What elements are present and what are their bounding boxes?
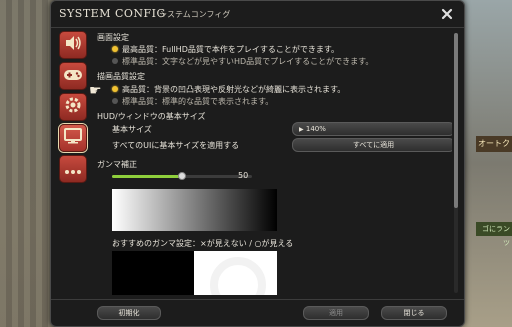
settings-panel: 画面設定 最高品質：FullHD品質で本作をプレイすることができます。 標準品質… [92, 29, 452, 295]
section-render-quality: 描画品質設定 [97, 72, 145, 81]
footer: 初期化 適用 閉じる [51, 299, 464, 326]
apply-all-button[interactable]: すべてに適用 [292, 138, 452, 152]
sidebar-item-input[interactable] [59, 62, 87, 90]
sidebar-item-sound[interactable] [59, 31, 87, 59]
scrollbar[interactable] [454, 33, 458, 293]
sidebar [59, 31, 87, 186]
apply-button[interactable]: 適用 [303, 306, 369, 320]
base-size-label: 基本サイズ [112, 125, 152, 134]
radio-unselected-icon [112, 57, 118, 64]
background-sign: オートク [476, 136, 512, 152]
base-size-select[interactable]: ▶ 140% [292, 122, 452, 136]
gamma-slider[interactable] [112, 172, 252, 180]
sidebar-item-graphics[interactable] [59, 93, 87, 121]
sidebar-item-display[interactable] [59, 124, 87, 152]
gamma-slider-knob[interactable] [178, 172, 186, 180]
section-hud: HUD/ウィンドウの基本サイズ [97, 112, 206, 121]
option-render-standard[interactable]: 標準品質：標準的な品質で表示されます。 [112, 96, 273, 107]
radio-unselected-icon [112, 97, 118, 104]
titlebar: SYSTEM CONFIG システムコンフィグ [51, 1, 464, 28]
system-config-window: SYSTEM CONFIG システムコンフィグ ☛ 画面設定 最高品質：Full… [50, 0, 465, 327]
speaker-icon [64, 35, 82, 55]
gamma-gradient [112, 189, 277, 231]
ellipsis-icon [64, 160, 82, 179]
apply-all-label: すべてのUIに基本サイズを適用する [112, 141, 240, 150]
radio-selected-icon [112, 85, 118, 92]
option-screen-high[interactable]: 最高品質：FullHD品質で本作をプレイすることができます。 [112, 44, 339, 55]
option-screen-standard[interactable]: 標準品質：文字などが見やすいHD品質でプレイすることができます。 [112, 56, 373, 67]
window-subtitle: システムコンフィグ [159, 10, 231, 19]
reset-button[interactable]: 初期化 [97, 306, 161, 320]
close-icon[interactable] [438, 5, 456, 23]
gamepad-icon [63, 67, 83, 86]
sidebar-item-other[interactable] [59, 155, 87, 183]
monitor-icon [64, 128, 82, 148]
play-arrow-icon: ▶ [299, 126, 304, 133]
scrollbar-thumb[interactable] [454, 33, 458, 208]
gamma-value: 50 [238, 171, 249, 180]
option-render-high[interactable]: 高品質：背景の凹凸表現や反射光などが綺麗に表示されます。 [112, 84, 345, 95]
close-button[interactable]: 閉じる [381, 306, 447, 320]
radio-selected-icon [112, 45, 118, 52]
gear-icon [64, 96, 82, 118]
background-sign-2: ゴにランツ [476, 222, 512, 247]
section-gamma: ガンマ補正 [97, 160, 137, 169]
window-title: SYSTEM CONFIG [59, 7, 166, 20]
gamma-slider-fill [112, 175, 182, 178]
gamma-recommend-text: おすすめのガンマ設定：×が見えない / ○が見える [112, 239, 294, 248]
section-screen-quality: 画面設定 [97, 33, 129, 42]
gamma-test-image [112, 251, 277, 295]
